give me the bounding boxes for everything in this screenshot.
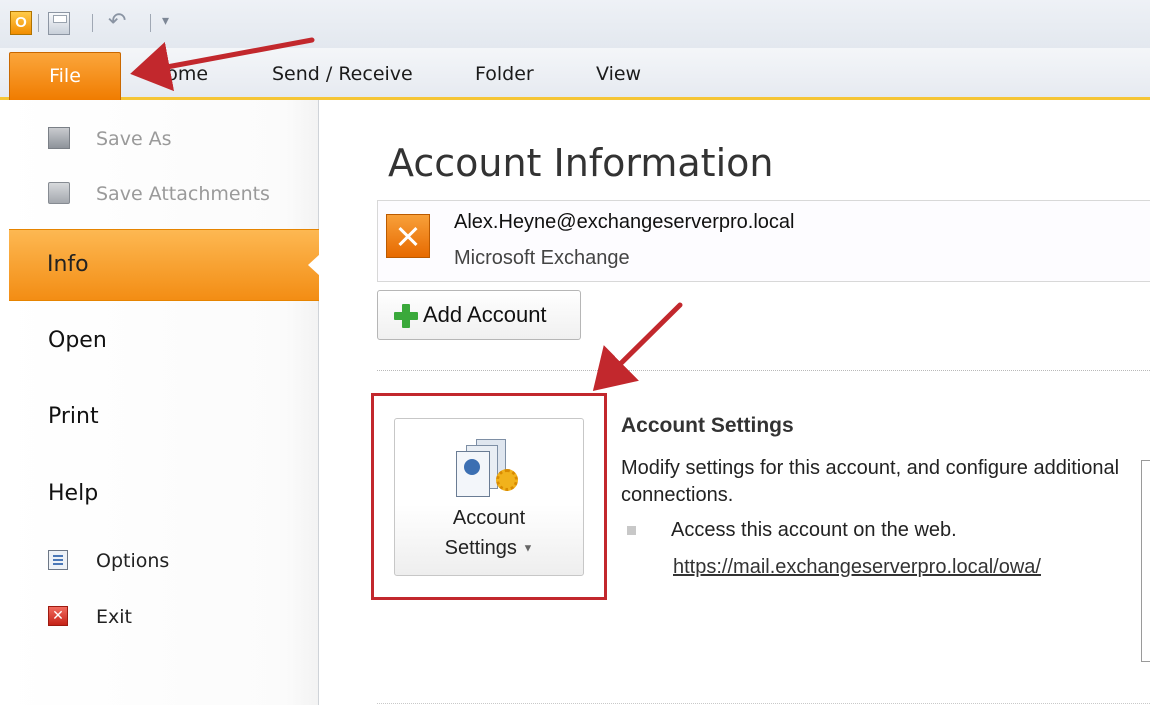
tab-folder[interactable]: Folder — [475, 52, 534, 96]
toolbar-separator — [150, 14, 151, 32]
ribbon-tab-bar: File Home Send / Receive Folder View — [0, 48, 1150, 100]
section-title: Account Settings — [621, 414, 794, 437]
nav-tab-info[interactable]: Info — [9, 229, 320, 301]
add-account-button[interactable]: Add Account — [377, 290, 581, 340]
tab-view[interactable]: View — [596, 52, 641, 96]
exit-label: Exit — [96, 606, 132, 628]
tab-send-receive[interactable]: Send / Receive — [272, 52, 413, 96]
tab-home[interactable]: Home — [152, 52, 208, 96]
add-account-label: Add Account — [423, 302, 547, 327]
section-description: Modify settings for this account, and co… — [621, 457, 1120, 506]
nav-tab-open[interactable]: Open — [48, 326, 107, 356]
highlight-box — [371, 393, 607, 600]
account-selector[interactable]: Alex.Heyne@exchangeserverpro.local Micro… — [377, 200, 1150, 282]
nav-tab-print[interactable]: Print — [48, 402, 99, 432]
save-as-icon — [48, 127, 70, 149]
save-icon[interactable] — [48, 12, 70, 35]
page-title: Account Information — [388, 141, 774, 185]
owa-link[interactable]: https://mail.exchangeserverpro.local/owa… — [673, 556, 1041, 579]
tab-file[interactable]: File — [9, 52, 121, 100]
exit-icon: ✕ — [48, 606, 68, 626]
options-label: Options — [96, 550, 170, 572]
account-type: Microsoft Exchange — [454, 247, 630, 269]
exchange-icon — [386, 214, 430, 258]
side-panel-edge — [1141, 460, 1150, 662]
toolbar-separator — [92, 14, 93, 32]
nav-tab-help[interactable]: Help — [48, 479, 98, 509]
save-as-label: Save As — [96, 128, 172, 150]
save-attachments-icon — [48, 182, 70, 204]
bullet-icon — [627, 526, 636, 535]
save-attachments-label: Save Attachments — [96, 183, 270, 205]
arrow-to-account-settings — [592, 302, 683, 392]
backstage-nav: Save As Save Attachments Info Open Print… — [0, 100, 320, 705]
customize-toolbar-icon[interactable]: ▾ — [162, 12, 169, 30]
options-icon — [48, 550, 68, 570]
section-divider — [377, 370, 1150, 371]
bottom-divider — [377, 703, 1150, 704]
selected-notch — [308, 254, 320, 276]
plus-icon — [394, 304, 418, 328]
account-email: Alex.Heyne@exchangeserverpro.local — [454, 211, 795, 233]
toolbar-separator — [38, 14, 39, 32]
nav-info-label: Info — [47, 252, 89, 277]
web-access-text: Access this account on the web. — [671, 519, 957, 541]
undo-icon[interactable]: ↶ — [108, 8, 126, 36]
quick-access-toolbar: O ↶ ▾ — [0, 0, 1150, 48]
outlook-logo-icon[interactable]: O — [10, 11, 32, 35]
